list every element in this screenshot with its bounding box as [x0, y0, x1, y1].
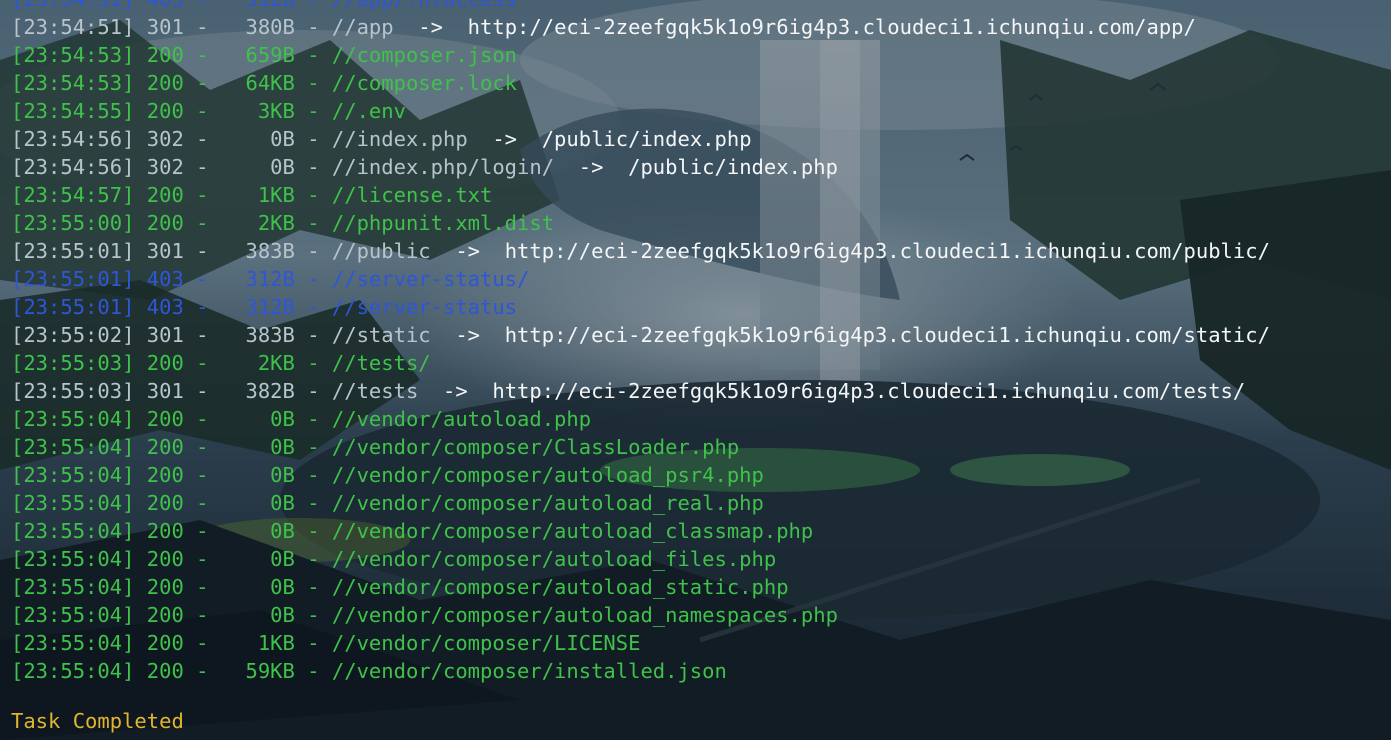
- log-entry-text: [23:54:55] 200 - 3KB - //.env: [11, 99, 406, 123]
- log-line: [23:54:53] 200 - 659B - //composer.json: [11, 41, 1270, 69]
- log-entry-text: [23:55:04] 200 - 0B - //vendor/composer/…: [11, 547, 777, 571]
- redirect-arrow: ->: [418, 379, 493, 403]
- log-line: [23:54:51] 403 - 312B - //app/.htaccess: [11, 0, 1270, 13]
- redirect-target: http://eci-2zeefgqk5k1o9r6ig4p3.cloudeci…: [492, 379, 1246, 403]
- log-entry-text: [23:55:01] 301 - 383B - //public: [11, 239, 431, 263]
- redirect-target: http://eci-2zeefgqk5k1o9r6ig4p3.cloudeci…: [504, 239, 1270, 263]
- log-line: [23:55:01] 301 - 383B - //public -> http…: [11, 237, 1270, 265]
- log-entry-text: [23:54:53] 200 - 659B - //composer.json: [11, 43, 518, 67]
- log-entry-text: [23:55:00] 200 - 2KB - //phpunit.xml.dis…: [11, 211, 555, 235]
- log-entry-text: [23:54:53] 200 - 64KB - //composer.lock: [11, 71, 518, 95]
- log-entry-text: [23:54:51] 403 - 312B - //app/.htaccess: [11, 0, 517, 11]
- terminal-window[interactable]: [23:54:51] 403 - 312B - //app/.htaccess […: [0, 0, 1391, 740]
- log-entry-text: [23:55:04] 200 - 0B - //vendor/composer/…: [11, 603, 838, 627]
- log-line: [23:54:56] 302 - 0B - //index.php -> /pu…: [11, 125, 1270, 153]
- redirect-target: http://eci-2zeefgqk5k1o9r6ig4p3.cloudeci…: [467, 15, 1196, 39]
- redirect-target: /public/index.php: [628, 155, 838, 179]
- log-line: [23:55:04] 200 - 1KB - //vendor/composer…: [11, 629, 1270, 657]
- log-entry-text: [23:55:01] 403 - 312B - //server-status: [11, 295, 518, 319]
- log-line: [23:55:04] 200 - 0B - //vendor/autoload.…: [11, 405, 1270, 433]
- log-entry-text: [23:55:03] 301 - 382B - //tests: [11, 379, 419, 403]
- log-line: [23:54:51] 301 - 380B - //app -> http://…: [11, 13, 1270, 41]
- log-line: [23:55:04] 200 - 59KB - //vendor/compose…: [11, 657, 1270, 685]
- redirect-arrow: ->: [393, 15, 468, 39]
- redirect-arrow: ->: [430, 323, 505, 347]
- log-line: [23:55:04] 200 - 0B - //vendor/composer/…: [11, 461, 1270, 489]
- log-line: [23:55:04] 200 - 0B - //vendor/composer/…: [11, 433, 1270, 461]
- redirect-target: http://eci-2zeefgqk5k1o9r6ig4p3.cloudeci…: [504, 323, 1270, 347]
- log-line: [23:54:53] 200 - 64KB - //composer.lock: [11, 69, 1270, 97]
- log-line: [23:55:01] 403 - 312B - //server-status/: [11, 265, 1270, 293]
- log-entry-text: [23:55:01] 403 - 312B - //server-status/: [11, 267, 530, 291]
- scan-log-output: [23:54:51] 403 - 312B - //app/.htaccess […: [11, 0, 1270, 685]
- log-line: [23:54:57] 200 - 1KB - //license.txt: [11, 181, 1270, 209]
- log-line: [23:55:01] 403 - 312B - //server-status: [11, 293, 1270, 321]
- log-entry-text: [23:55:03] 200 - 2KB - //tests/: [11, 351, 431, 375]
- redirect-target: /public/index.php: [541, 127, 752, 151]
- log-line: [23:55:04] 200 - 0B - //vendor/composer/…: [11, 517, 1270, 545]
- log-entry-text: [23:54:56] 302 - 0B - //index.php/login/: [11, 155, 555, 179]
- log-line: [23:55:04] 200 - 0B - //vendor/composer/…: [11, 489, 1270, 517]
- log-entry-text: [23:55:04] 200 - 0B - //vendor/composer/…: [11, 519, 814, 543]
- log-line: [23:55:04] 200 - 0B - //vendor/composer/…: [11, 545, 1270, 573]
- log-entry-text: [23:55:04] 200 - 0B - //vendor/composer/…: [11, 575, 789, 599]
- log-entry-text: [23:55:02] 301 - 383B - //static: [11, 323, 431, 347]
- log-entry-text: [23:55:04] 200 - 0B - //vendor/autoload.…: [11, 407, 592, 431]
- redirect-arrow: ->: [554, 155, 629, 179]
- log-line: [23:54:55] 200 - 3KB - //.env: [11, 97, 1270, 125]
- log-entry-text: [23:55:04] 200 - 0B - //vendor/composer/…: [11, 435, 740, 459]
- log-entry-text: [23:55:04] 200 - 59KB - //vendor/compose…: [11, 659, 727, 683]
- log-entry-text: [23:54:51] 301 - 380B - //app: [11, 15, 394, 39]
- log-entry-text: [23:55:04] 200 - 0B - //vendor/composer/…: [11, 463, 764, 487]
- log-entry-text: [23:54:56] 302 - 0B - //index.php: [11, 127, 468, 151]
- log-line: [23:55:02] 301 - 383B - //static -> http…: [11, 321, 1270, 349]
- log-line: [23:55:03] 200 - 2KB - //tests/: [11, 349, 1270, 377]
- redirect-arrow: ->: [467, 127, 542, 151]
- log-line: [23:54:56] 302 - 0B - //index.php/login/…: [11, 153, 1270, 181]
- log-entry-text: [23:55:04] 200 - 0B - //vendor/composer/…: [11, 491, 764, 515]
- log-entry-text: [23:54:57] 200 - 1KB - //license.txt: [11, 183, 493, 207]
- redirect-arrow: ->: [430, 239, 505, 263]
- log-line: [23:55:03] 301 - 382B - //tests -> http:…: [11, 377, 1270, 405]
- task-status-text: Task Completed: [11, 709, 184, 733]
- log-line: [23:55:04] 200 - 0B - //vendor/composer/…: [11, 601, 1270, 629]
- log-line: [23:55:04] 200 - 0B - //vendor/composer/…: [11, 573, 1270, 601]
- log-line: [23:55:00] 200 - 2KB - //phpunit.xml.dis…: [11, 209, 1270, 237]
- log-entry-text: [23:55:04] 200 - 1KB - //vendor/composer…: [11, 631, 641, 655]
